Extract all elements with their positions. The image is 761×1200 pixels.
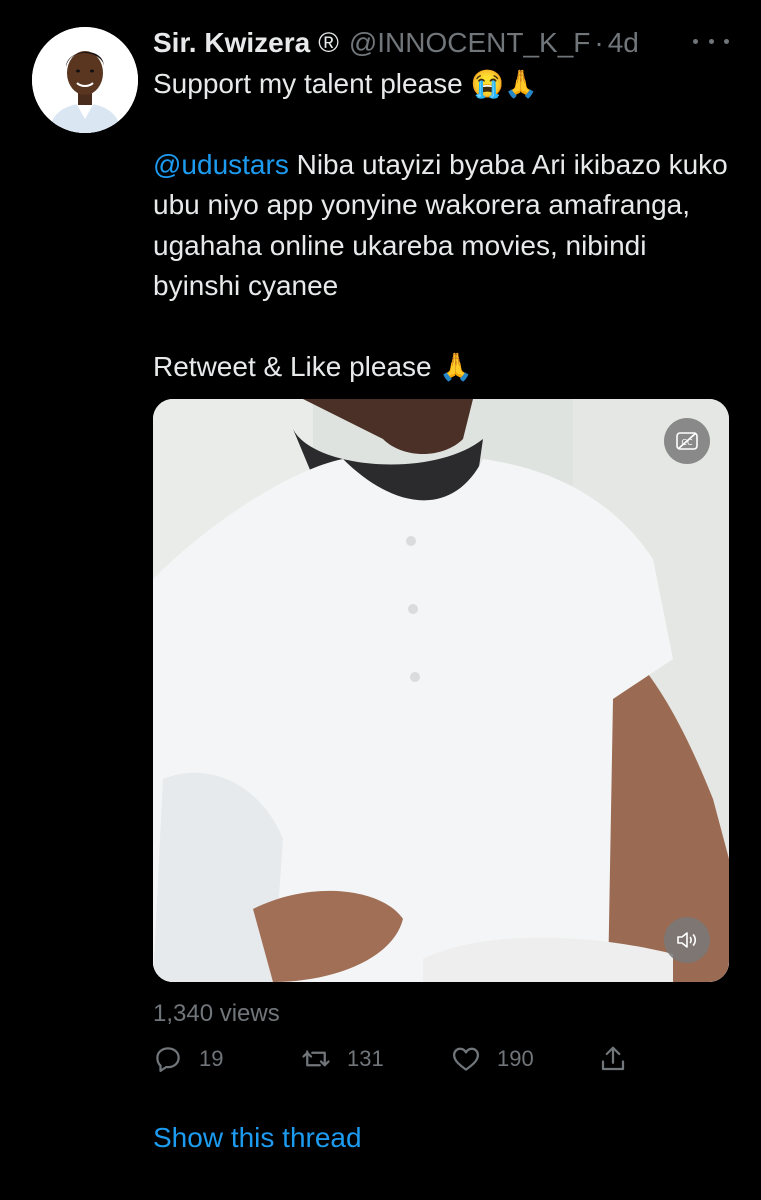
tweet-actions: 19 131 190 — [153, 1044, 633, 1084]
tweet-timestamp[interactable]: 4d — [608, 27, 639, 59]
view-count: 1,340 views — [153, 1000, 280, 1027]
share-button[interactable] — [598, 1044, 628, 1074]
closed-captions-off-icon[interactable]: CC — [664, 418, 710, 464]
user-handle[interactable]: @INNOCENT_K_F — [349, 27, 591, 59]
crying-pray-emoji: 😭🙏 — [470, 69, 538, 99]
separator-dot: · — [594, 27, 604, 58]
retweet-button[interactable]: 131 — [301, 1044, 384, 1074]
more-options-icon[interactable] — [693, 30, 729, 52]
volume-muted-icon[interactable] — [664, 917, 710, 963]
like-button[interactable]: 190 — [451, 1044, 534, 1074]
heart-icon — [453, 1047, 479, 1071]
reply-icon — [156, 1047, 180, 1072]
retweet-count: 131 — [347, 1046, 384, 1071]
tweet-line-1: Support my talent please 😭🙏 — [153, 64, 733, 105]
tweet-text: Support my talent please 😭🙏 @udustars Ni… — [153, 64, 733, 387]
tweet-body: @udustars Niba utayizi byaba Ari ikibazo… — [153, 145, 733, 307]
share-icon — [601, 1046, 625, 1071]
show-thread-link[interactable]: Show this thread — [153, 1122, 362, 1154]
avatar[interactable] — [32, 27, 138, 133]
like-count: 190 — [497, 1046, 534, 1071]
line1-text: Support my talent please — [153, 68, 463, 99]
registered-mark: ® — [318, 27, 339, 58]
reply-button[interactable]: 19 — [153, 1044, 223, 1074]
avatar-illustration — [32, 27, 138, 133]
svg-text:CC: CC — [681, 438, 693, 447]
retweet-icon — [302, 1050, 330, 1067]
tweet-closing: Retweet & Like please 🙏 — [153, 347, 733, 388]
closing-text: Retweet & Like please — [153, 350, 432, 382]
video-player[interactable]: CC — [153, 399, 729, 982]
video-frame — [153, 399, 729, 982]
pray-emoji: 🙏 — [439, 351, 474, 382]
tweet-header: Sir. Kwizera ® @INNOCENT_K_F · 4d — [153, 27, 741, 61]
mention-link[interactable]: @udustars — [153, 149, 289, 180]
display-name[interactable]: Sir. Kwizera — [153, 27, 310, 59]
reply-count: 19 — [199, 1046, 224, 1071]
